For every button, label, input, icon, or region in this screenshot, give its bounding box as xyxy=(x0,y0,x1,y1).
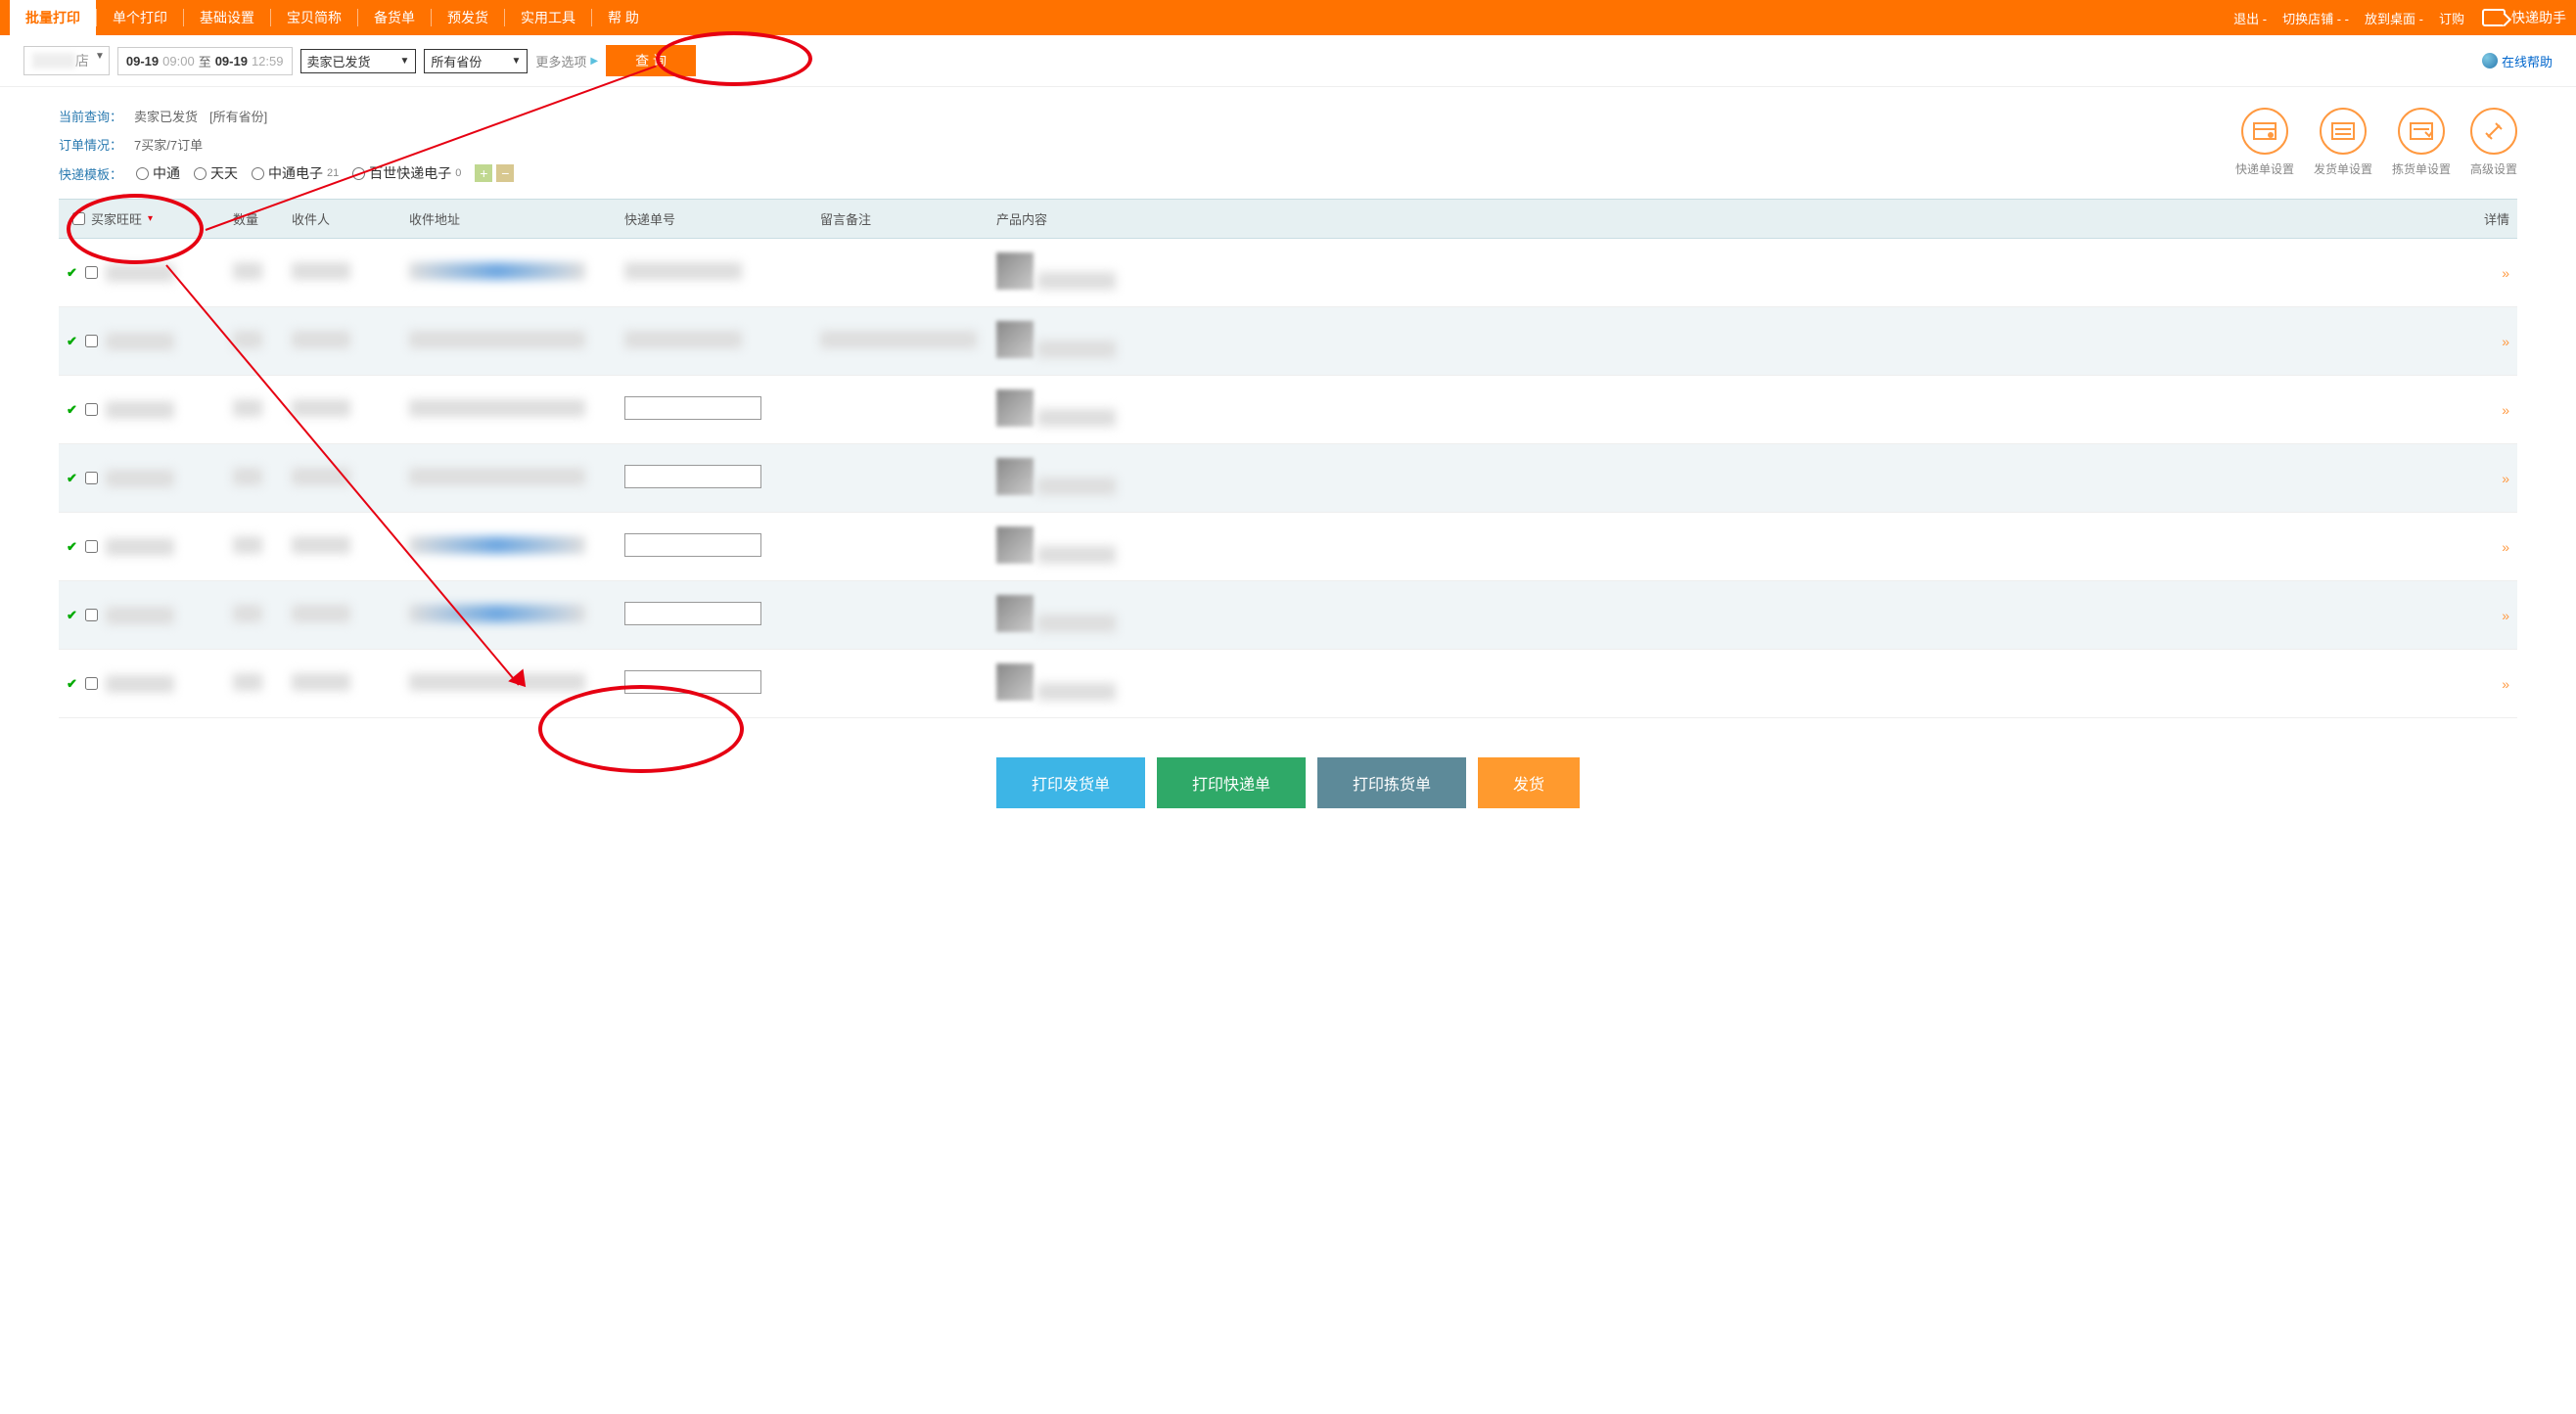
orders-table: 买家旺旺 ▾ 数量 收件人 收件地址 快递单号 留言备注 产品内容 详情 ✔ »… xyxy=(59,199,2517,718)
top-nav: 批量打印 单个打印 基础设置 宝贝简称 备货单 预发货 实用工具 帮 助 退出 … xyxy=(0,0,2576,35)
table-row: ✔ » xyxy=(59,581,2517,650)
action-button-row: 打印发货单 打印快递单 打印拣货单 发货 xyxy=(59,757,2517,808)
template-add-button[interactable]: + xyxy=(475,164,492,182)
expand-row-button[interactable]: » xyxy=(2502,265,2509,281)
table-row: ✔ » xyxy=(59,513,2517,581)
status-select[interactable]: 卖家已发货▼ xyxy=(300,49,417,73)
expand-row-button[interactable]: » xyxy=(2502,334,2509,349)
desktop-link[interactable]: 放到桌面 - xyxy=(2357,9,2431,27)
print-dispatch-button[interactable]: 打印发货单 xyxy=(996,757,1145,808)
ship-button[interactable]: 发货 xyxy=(1478,757,1580,808)
row-checkbox[interactable] xyxy=(85,540,98,553)
expand-row-button[interactable]: » xyxy=(2502,539,2509,555)
switch-shop-link[interactable]: 切换店铺 - - xyxy=(2275,9,2357,27)
expand-row-button[interactable]: » xyxy=(2502,471,2509,486)
check-icon: ✔ xyxy=(67,334,77,349)
province-select[interactable]: 所有省份▼ xyxy=(424,49,528,73)
tracking-input[interactable] xyxy=(624,396,761,420)
product-thumbnail xyxy=(996,389,1034,427)
check-icon: ✔ xyxy=(67,265,77,281)
tab-stock-list[interactable]: 备货单 xyxy=(358,0,431,35)
expand-row-button[interactable]: » xyxy=(2502,608,2509,623)
table-row: ✔ » xyxy=(59,444,2517,513)
template-radio-tiantian[interactable]: 天天 xyxy=(194,163,238,183)
product-thumbnail xyxy=(996,526,1034,564)
template-radio-zhongtong-e[interactable]: 中通电子21 xyxy=(252,163,339,183)
table-row: ✔ » xyxy=(59,239,2517,307)
table-row: ✔ » xyxy=(59,376,2517,444)
table-row: ✔ » xyxy=(59,650,2517,718)
col-address: 收件地址 xyxy=(401,200,617,239)
tab-help[interactable]: 帮 助 xyxy=(592,0,655,35)
print-pick-button[interactable]: 打印拣货单 xyxy=(1317,757,1466,808)
tab-batch-print[interactable]: 批量打印 xyxy=(10,0,96,35)
row-checkbox[interactable] xyxy=(85,266,98,279)
product-thumbnail xyxy=(996,321,1034,358)
product-thumbnail xyxy=(996,595,1034,632)
tracking-input[interactable] xyxy=(624,533,761,557)
expand-row-button[interactable]: » xyxy=(2502,402,2509,418)
date-range-picker[interactable]: 09-19 09:00 至 09-19 12:59 xyxy=(117,47,293,75)
shop-selector[interactable]: 店 xyxy=(23,46,110,75)
tracking-input[interactable] xyxy=(624,465,761,488)
chevron-down-icon: ▼ xyxy=(400,56,410,67)
col-tracking: 快递单号 xyxy=(617,200,812,239)
select-all-checkbox[interactable] xyxy=(72,212,85,225)
row-checkbox[interactable] xyxy=(85,472,98,484)
current-query-row: 当前查询： 卖家已发货 [所有省份] xyxy=(59,107,2517,125)
config-pick-sheet[interactable]: 拣货单设置 xyxy=(2392,108,2451,177)
table-row: ✔ » xyxy=(59,307,2517,376)
row-checkbox[interactable] xyxy=(85,335,98,347)
triangle-right-icon: ▶ xyxy=(590,56,598,67)
config-advanced[interactable]: 高级设置 xyxy=(2470,108,2517,177)
expand-row-button[interactable]: » xyxy=(2502,676,2509,692)
brand-text: 快递助手 xyxy=(2511,8,2566,27)
template-radio-baishi-e[interactable]: 百世快递电子0 xyxy=(352,163,461,183)
product-thumbnail xyxy=(996,252,1034,290)
filter-bar: 店 09-19 09:00 至 09-19 12:59 卖家已发货▼ 所有省份▼… xyxy=(0,35,2576,87)
sort-icon[interactable]: ▾ xyxy=(148,213,153,224)
row-checkbox[interactable] xyxy=(85,677,98,690)
check-icon: ✔ xyxy=(67,402,77,418)
row-checkbox[interactable] xyxy=(85,403,98,416)
courier-template-row: 快递模板： 中通 天天 中通电子21 百世快递电子0 + − xyxy=(59,163,2517,183)
template-remove-button[interactable]: − xyxy=(496,164,514,182)
brand-logo: 快递助手 xyxy=(2472,8,2566,27)
col-buyer: 买家旺旺 xyxy=(91,209,142,228)
check-icon: ✔ xyxy=(67,608,77,623)
tab-basic-settings[interactable]: 基础设置 xyxy=(184,0,270,35)
row-checkbox[interactable] xyxy=(85,609,98,621)
print-express-button[interactable]: 打印快递单 xyxy=(1157,757,1306,808)
more-options-link[interactable]: 更多选项▶ xyxy=(535,52,598,70)
col-detail: 详情 xyxy=(2459,200,2517,239)
col-remark: 留言备注 xyxy=(812,200,989,239)
product-thumbnail xyxy=(996,663,1034,701)
template-radio-zhongtong[interactable]: 中通 xyxy=(136,163,180,183)
tab-pre-ship[interactable]: 预发货 xyxy=(432,0,504,35)
col-qty: 数量 xyxy=(225,200,284,239)
config-express-sheet[interactable]: 快递单设置 xyxy=(2235,108,2294,177)
online-help-link[interactable]: 在线帮助 xyxy=(2482,52,2553,70)
subscribe-link[interactable]: 订购 xyxy=(2431,9,2472,27)
order-summary-row: 订单情况： 7买家/7订单 xyxy=(59,135,2517,154)
check-icon: ✔ xyxy=(67,471,77,486)
query-button[interactable]: 查 询 xyxy=(606,45,696,76)
chevron-down-icon: ▼ xyxy=(511,56,521,67)
col-recipient: 收件人 xyxy=(284,200,401,239)
check-icon: ✔ xyxy=(67,676,77,692)
product-thumbnail xyxy=(996,458,1034,495)
config-icon-row: 快递单设置 发货单设置 拣货单设置 高级设置 xyxy=(2235,108,2517,177)
check-icon: ✔ xyxy=(67,539,77,555)
tab-single-print[interactable]: 单个打印 xyxy=(97,0,183,35)
logout-link[interactable]: 退出 - xyxy=(2226,9,2275,27)
config-dispatch-sheet[interactable]: 发货单设置 xyxy=(2314,108,2372,177)
col-product: 产品内容 xyxy=(989,200,2459,239)
tab-tools[interactable]: 实用工具 xyxy=(505,0,591,35)
tracking-input[interactable] xyxy=(624,670,761,694)
tracking-input[interactable] xyxy=(624,602,761,625)
tab-product-alias[interactable]: 宝贝简称 xyxy=(271,0,357,35)
logo-icon xyxy=(2482,9,2506,26)
main-content: 当前查询： 卖家已发货 [所有省份] 订单情况： 7买家/7订单 快递模板： 中… xyxy=(0,87,2576,828)
globe-icon xyxy=(2482,53,2498,68)
